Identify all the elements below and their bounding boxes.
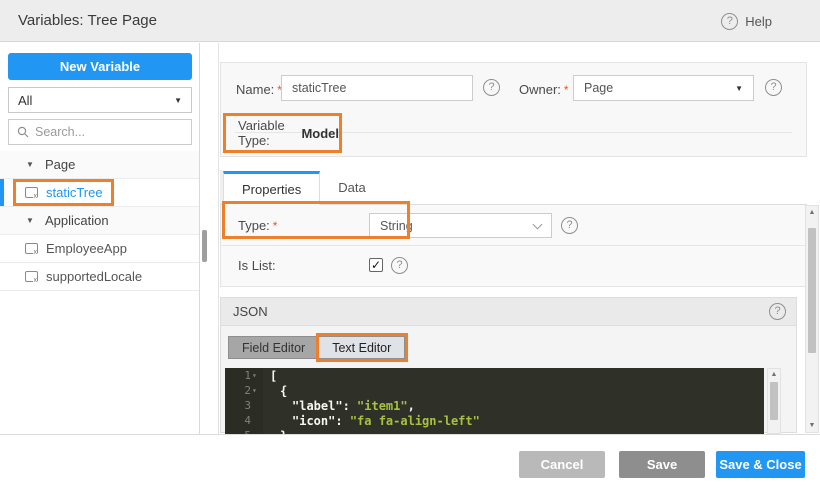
required-marker: * <box>272 218 278 233</box>
variable-detail-panel: Name:* Owner:* Page ▼ Variable Type: Mod… <box>220 43 820 491</box>
panel-scrollbar[interactable]: ▲ ▼ <box>805 205 819 433</box>
variables-sidebar: New Variable All ▼ ▼ Page staticTree ▼ A… <box>0 43 200 491</box>
owner-label: Owner: * <box>519 82 569 97</box>
type-help-icon[interactable] <box>561 217 578 234</box>
name-input[interactable] <box>281 75 473 101</box>
json-section-header: JSON <box>221 298 796 326</box>
cancel-button[interactable]: Cancel <box>519 451 605 478</box>
search-icon <box>17 126 29 138</box>
variable-type-highlight-box: Variable Type: Model <box>223 113 342 153</box>
code-line: 3 "label": "item1", <box>225 398 764 413</box>
variable-filter-select[interactable]: All ▼ <box>8 87 192 113</box>
json-help-icon[interactable] <box>769 303 786 320</box>
json-code-editor[interactable]: 1 ▾ [ 2 ▾ { 3 "label": "item1", 4 "icon": … <box>225 368 764 434</box>
sidebar-scroll-gutter <box>200 43 219 491</box>
new-variable-button[interactable]: New Variable <box>8 53 192 80</box>
chevron-down-icon <box>532 219 543 229</box>
caret-down-icon: ▼ <box>735 83 743 93</box>
save-close-button[interactable]: Save & Close <box>716 451 805 478</box>
code-line: 4 "icon": "fa fa-align-left" <box>225 413 764 428</box>
caret-down-icon: ▼ <box>26 160 34 169</box>
code-line: 1 ▾ [ <box>225 368 764 383</box>
field-editor-button[interactable]: Field Editor <box>228 336 320 359</box>
variable-type-value: Model <box>301 125 339 141</box>
is-list-row: Is List: <box>221 245 806 285</box>
fold-icon[interactable]: ▾ <box>252 386 260 395</box>
type-value: String <box>380 218 413 233</box>
name-help-icon[interactable] <box>483 79 500 96</box>
caret-down-icon: ▼ <box>174 95 182 105</box>
text-editor-highlight-box: Text Editor <box>316 333 409 362</box>
dialog-footer: Cancel Save Save & Close <box>0 434 820 491</box>
tab-properties[interactable]: Properties <box>223 171 321 205</box>
panel-scrollbar-thumb[interactable] <box>808 228 816 353</box>
tab-data[interactable]: Data <box>320 170 383 204</box>
is-list-help-icon[interactable] <box>391 257 408 274</box>
variable-icon <box>25 243 38 256</box>
page-title: Variables: Tree Page <box>18 12 157 29</box>
text-editor-button[interactable]: Text Editor <box>319 336 406 359</box>
variable-type-label: Variable Type: <box>238 118 285 148</box>
fold-icon[interactable]: ▾ <box>252 371 260 380</box>
variables-tree: ▼ Page staticTree ▼ Application Employee… <box>0 151 199 291</box>
tree-item-supportedlocale[interactable]: supportedLocale <box>0 263 199 291</box>
detail-tabbar: Properties Data <box>220 170 807 205</box>
scroll-up-icon[interactable]: ▲ <box>768 371 780 378</box>
caret-down-icon: ▼ <box>26 216 34 225</box>
type-select[interactable]: String <box>369 213 552 238</box>
variable-summary-form: Name:* Owner:* Page ▼ Variable Type: Mod… <box>220 62 807 157</box>
json-title: JSON <box>233 304 268 319</box>
is-list-label: Is List: <box>238 258 276 273</box>
json-section: JSON Field Editor Text Editor 1▾ [ 2▾ { … <box>220 297 797 434</box>
scroll-up-icon[interactable]: ▲ <box>806 209 818 216</box>
save-button[interactable]: Save <box>619 451 705 478</box>
code-line: 2 ▾ { <box>225 383 764 398</box>
editor-scrollbar[interactable]: ▲ <box>767 368 781 434</box>
variable-filter-value: All <box>18 92 33 108</box>
selection-highlight-box: staticTree <box>13 179 114 206</box>
editor-scrollbar-thumb[interactable] <box>770 382 778 420</box>
owner-value: Page <box>584 81 614 95</box>
dialog-header: Variables: Tree Page Help <box>0 0 820 42</box>
help-label: Help <box>745 13 772 29</box>
search-box[interactable] <box>8 119 192 145</box>
scroll-down-icon[interactable]: ▼ <box>806 422 818 429</box>
sidebar-scrollbar[interactable] <box>202 230 207 262</box>
name-label: Name: * <box>236 82 282 97</box>
tree-item-employeeapp[interactable]: EmployeeApp <box>0 235 199 263</box>
tree-item-statictree[interactable]: staticTree <box>0 179 199 207</box>
variable-icon <box>25 187 38 200</box>
tree-group-page[interactable]: ▼ Page <box>0 151 199 179</box>
required-marker: * <box>563 83 569 97</box>
search-input[interactable] <box>35 125 175 139</box>
tree-group-application[interactable]: ▼ Application <box>0 207 199 235</box>
type-label: Type: * <box>238 217 278 233</box>
is-list-checkbox[interactable] <box>369 258 383 272</box>
properties-panel: Type:* String Is List: <box>220 205 807 287</box>
owner-help-icon[interactable] <box>765 79 782 96</box>
variable-icon <box>25 271 38 284</box>
owner-select[interactable]: Page ▼ <box>573 75 754 101</box>
editor-mode-toggle: Field Editor Text Editor <box>228 333 409 362</box>
type-row: Type: * String <box>221 205 806 245</box>
help-button[interactable]: Help <box>721 0 772 42</box>
help-icon <box>721 12 739 30</box>
